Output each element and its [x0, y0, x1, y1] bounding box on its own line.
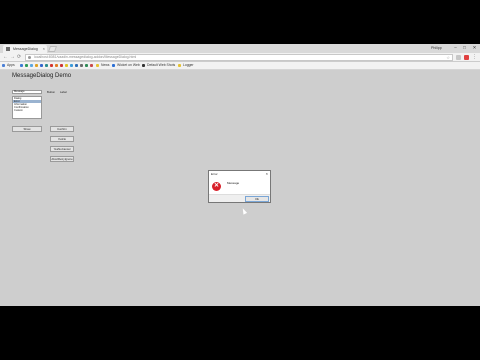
bookmark-apps[interactable]: Apps — [7, 62, 15, 69]
bookmark-item[interactable]: Default Web Shots — [147, 62, 175, 69]
browser-menu-icon[interactable]: ⋮ — [472, 53, 477, 62]
browser-toolbar: ← → ⟳ localhost:8081/vaadin-messagedialo… — [0, 53, 480, 62]
yes-no-button[interactable]: YesNo — [50, 136, 74, 142]
bookmarks-bar: Apps News Wicket on Web Default Web Shot… — [0, 62, 480, 70]
window-close-button[interactable]: ✕ — [470, 44, 479, 52]
abort-retry-ignore-button[interactable]: AbortRetryIgnore — [50, 156, 74, 162]
bookmark-favicon-icon — [35, 64, 38, 67]
screen: MessageDialog Demo × Philipp – □ ✕ ← → ⟳… — [0, 44, 480, 306]
bookmark-favicon-icon — [20, 64, 23, 67]
browser-tab[interactable]: MessageDialog Demo × — [3, 45, 47, 59]
url-text: localhost:8081/vaadin-messagedialog-addo… — [34, 55, 137, 59]
bookmark-favicon-icon — [65, 64, 68, 67]
new-tab-button[interactable] — [47, 46, 58, 52]
bookmark-favicon-icon — [50, 64, 53, 67]
dialog-message: Message — [227, 181, 240, 185]
bookmark-item[interactable]: Logger — [183, 62, 194, 69]
page-title: MessageDialog Demo — [12, 73, 72, 79]
dialog-title: Error — [211, 172, 218, 176]
maximize-button[interactable]: □ — [460, 44, 469, 52]
bookmark-favicon-icon — [70, 64, 73, 67]
tab-close-icon[interactable]: × — [43, 45, 45, 53]
error-icon: ✕ — [212, 182, 221, 191]
page-info-icon[interactable] — [28, 56, 31, 59]
bookmark-favicon-icon — [55, 64, 58, 67]
address-bar[interactable]: localhost:8081/vaadin-messagedialog-addo… — [25, 54, 453, 61]
bookmark-favicon-icon — [80, 64, 83, 67]
dialog-footer: Ok — [209, 194, 270, 202]
ok-button[interactable]: Ok — [245, 196, 269, 202]
option-label-button: Button — [47, 90, 56, 94]
bookmark-favicon-icon — [60, 64, 63, 67]
extension-red-icon[interactable] — [464, 55, 469, 60]
minimize-button[interactable]: – — [451, 44, 460, 52]
reload-icon[interactable]: ⟳ — [17, 53, 21, 62]
apps-icon — [2, 64, 5, 67]
tab-strip: MessageDialog Demo × Philipp – □ ✕ — [0, 44, 480, 59]
option-label-label: Label — [60, 90, 67, 94]
message-input[interactable]: Message — [12, 90, 42, 94]
extension-icon[interactable] — [456, 55, 461, 60]
bookmark-favicon-icon — [40, 64, 43, 67]
bookmark-favicon-icon — [45, 64, 48, 67]
back-icon[interactable]: ← — [3, 53, 8, 62]
forward-icon[interactable]: → — [10, 53, 15, 62]
show-button[interactable]: Show — [12, 126, 42, 132]
bookmark-favicon-icon — [112, 64, 115, 67]
yes-no-cancel-button[interactable]: YesNoCancel — [50, 146, 74, 152]
error-dialog: Error × ✕ Message Ok — [208, 170, 271, 203]
page-favicon-icon — [6, 47, 10, 52]
list-item[interactable]: Custom — [13, 109, 41, 112]
bookmark-favicon-icon — [85, 64, 88, 67]
bookmark-favicon-icon — [75, 64, 78, 67]
profile-name[interactable]: Philipp — [431, 45, 442, 51]
bookmark-favicon-icon — [90, 64, 93, 67]
bookmark-star-icon[interactable]: ☆ — [446, 55, 450, 60]
bookmark-item[interactable]: News — [101, 62, 109, 69]
bookmark-favicon-icon — [178, 64, 181, 67]
dialog-close-icon[interactable]: × — [266, 171, 268, 176]
dialog-type-list[interactable]: Dialog Error Information Confirmation Cu… — [12, 96, 42, 119]
bookmark-favicon-icon — [25, 64, 28, 67]
github-icon — [142, 64, 145, 67]
bookmark-item[interactable]: Wicket on Web — [117, 62, 140, 69]
bookmark-favicon-icon — [30, 64, 33, 67]
bookmark-favicon-icon — [96, 64, 99, 67]
confirm-button[interactable]: Confirm — [50, 126, 74, 132]
